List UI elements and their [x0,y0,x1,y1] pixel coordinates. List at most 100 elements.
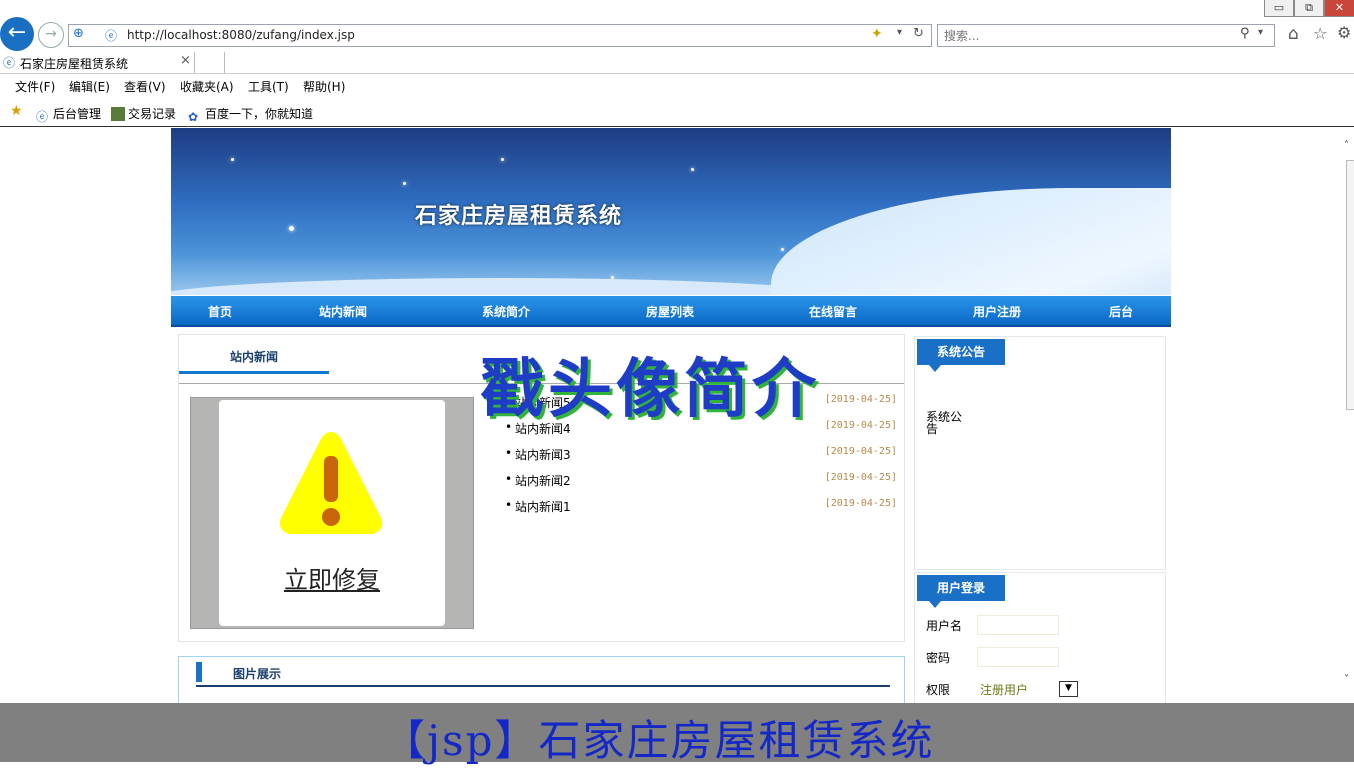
refresh-icon[interactable]: ↻ [913,26,924,41]
news-item[interactable]: • 站内新闻3 [2019-04-25] [505,445,897,465]
menu-view[interactable]: 查看(V) [124,78,166,95]
role-select-value[interactable]: 注册用户 [980,681,1028,698]
nav-register[interactable]: 用户注册 [973,303,1021,320]
news-tab[interactable]: 站内新闻 [179,348,329,374]
nav-news[interactable]: 站内新闻 [319,303,367,320]
menu-tools[interactable]: 工具(T) [248,78,289,95]
search-box[interactable]: ⚲ ▾ [937,24,1275,47]
page-scrollbar[interactable]: ˄ ˅ [1344,128,1354,703]
bullet-icon: • [505,498,513,512]
caption-band: 【jsp】石家庄房屋租赁系统 [0,703,1354,765]
site-banner: 石家庄房屋租赁系统 [171,128,1171,295]
restore-button[interactable]: ⧉ [1294,0,1324,17]
gear-icon[interactable]: ⚙ [1337,23,1351,42]
fav-baidu-label: 百度一下，你就知道 [205,107,314,121]
flash-error-box: 立即修复 [219,400,445,626]
news-title[interactable]: 站内新闻2 [515,472,571,489]
fav-transactions[interactable]: 交易记录 [111,105,176,122]
snow-ground-decoration [171,278,851,295]
menu-bar: 文件(F) 编辑(E) 查看(V) 收藏夹(A) 工具(T) 帮助(H) [0,74,1354,98]
tab-title: 石家庄房屋租赁系统 [20,57,129,71]
dropdown-arrow-icon[interactable]: ▾ [897,27,902,38]
menu-help[interactable]: 帮助(H) [303,78,345,95]
search-dropdown-icon[interactable]: ▾ [1258,27,1263,38]
star-decoration [501,158,504,161]
repair-now-link[interactable]: 立即修复 [219,560,445,595]
menu-file[interactable]: 文件(F) [15,78,55,95]
gallery-title: 图片展示 [233,667,282,681]
search-icon[interactable]: ⚲ [1240,26,1250,41]
close-window-button[interactable]: ✕ [1324,0,1354,17]
menu-favorites[interactable]: 收藏夹(A) [180,78,234,95]
notice-panel: 系统公告 系统公告 [914,336,1166,570]
notice-tab: 系统公告 [917,339,1005,365]
nav-message[interactable]: 在线留言 [809,303,857,320]
back-arrow-icon[interactable]: ← [0,17,34,51]
scroll-thumb[interactable] [1346,160,1354,410]
snow-hill-decoration [771,188,1171,295]
nav-home[interactable]: 首页 [208,303,232,320]
close-tab-icon[interactable]: × [180,53,191,68]
main-nav: 首页 站内新闻 系统简介 房屋列表 在线留言 用户注册 后台 [171,296,1171,327]
forward-arrow-icon[interactable]: → [38,22,64,48]
add-favorite-star-icon[interactable]: ★ [10,103,23,119]
tab-bar: ⓔ 石家庄房屋租赁系统 × [0,52,1354,74]
news-title[interactable]: 站内新闻3 [515,446,571,463]
home-icon[interactable]: ⌂ [1288,24,1299,44]
news-title[interactable]: 站内新闻1 [515,498,571,515]
star-decoration [781,248,784,251]
fav-admin-label: 后台管理 [53,107,102,121]
star-decoration [231,158,234,161]
url-text[interactable]: http://localhost:8080/zufang/index.jsp [127,28,355,42]
fav-baidu[interactable]: ✿ 百度一下，你就知道 [188,105,313,124]
fav-admin[interactable]: ⓔ 后台管理 [36,105,102,124]
login-tab: 用户登录 [917,575,1005,601]
tab-pointer-decoration [929,365,941,372]
role-label: 权限 [926,683,951,697]
news-item[interactable]: • 站内新闻1 [2019-04-25] [505,497,897,517]
nav-house-list[interactable]: 房屋列表 [646,303,694,320]
ie-page-icon: ⓔ [36,110,49,124]
tab-pointer-decoration [929,601,941,608]
banner-title: 石家庄房屋租赁系统 [415,203,623,229]
news-date: [2019-04-25] [824,394,897,405]
password-label: 密码 [926,651,951,665]
shield-icon: ⊕ [73,26,84,41]
password-field[interactable] [977,647,1059,667]
username-label: 用户名 [926,619,963,633]
browser-toolbar: ▭ ⧉ ✕ ← → ⊕ ⓔ http://localhost:8080/zufa… [0,0,1354,51]
search-input[interactable] [942,26,1236,46]
tab-active[interactable]: ⓔ 石家庄房屋租赁系统 × [0,52,195,73]
divider [196,685,890,687]
news-date: [2019-04-25] [824,420,897,431]
star-decoration [403,182,406,185]
nav-admin[interactable]: 后台 [1109,303,1133,320]
section-marker [196,662,202,682]
ie-tab-icon: ⓔ [3,56,16,70]
ie-page-icon: ⓔ [105,29,118,43]
chevron-down-icon[interactable]: ▼ [1059,681,1078,697]
address-bar[interactable]: ⊕ ⓔ http://localhost:8080/zufang/index.j… [68,24,932,47]
favorites-star-icon[interactable]: ☆ [1313,24,1327,43]
username-field[interactable] [977,615,1059,635]
warning-icon [280,432,382,534]
news-item[interactable]: • 站内新闻2 [2019-04-25] [505,471,897,491]
news-date: [2019-04-25] [824,446,897,457]
compat-view-icon[interactable]: ✦ [871,26,883,42]
bullet-icon: • [505,472,513,486]
new-tab-button[interactable] [196,52,225,73]
news-image-placeholder: 立即修复 [190,397,474,629]
menu-edit[interactable]: 编辑(E) [69,78,110,95]
nav-intro[interactable]: 系统简介 [482,303,530,320]
scroll-up-icon[interactable]: ˄ [1344,140,1349,151]
caption-text: 【jsp】石家庄房屋租赁系统 [383,716,935,765]
star-decoration [289,226,294,231]
news-date: [2019-04-25] [824,498,897,509]
web-slice-icon [111,107,125,121]
minimize-button[interactable]: ▭ [1264,0,1294,17]
scroll-down-icon[interactable]: ˅ [1344,674,1349,685]
baidu-paw-icon: ✿ [188,110,199,124]
fav-transactions-label: 交易记录 [128,107,177,121]
overlay-title: 戳头像简介 [480,352,820,427]
favorites-bar: ★ ⓔ 后台管理 交易记录 ✿ 百度一下，你就知道 [0,100,1354,127]
